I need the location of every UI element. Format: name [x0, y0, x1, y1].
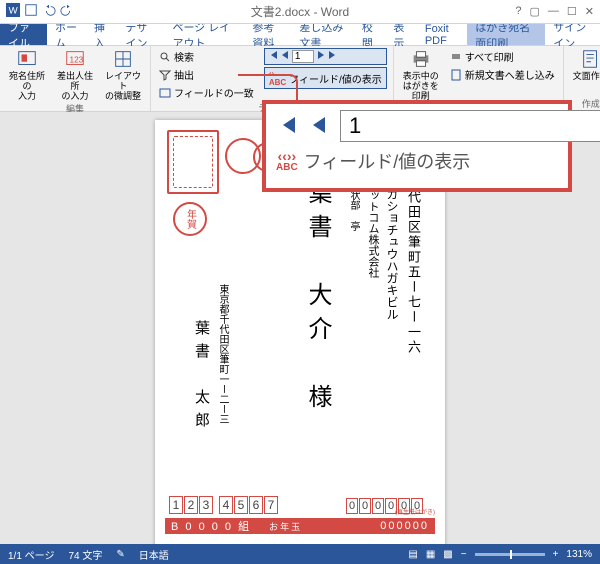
word-app-icon: W [6, 3, 20, 20]
svg-text:123: 123 [70, 56, 84, 65]
prev-record-icon[interactable] [280, 50, 290, 63]
undo-icon[interactable] [42, 3, 56, 20]
prev-record-icon[interactable] [308, 114, 330, 139]
lottery-bar: B 0 0 0 0 組 お年玉 000000 [165, 518, 435, 534]
view-read-mode-icon[interactable]: ▦ [426, 549, 435, 560]
callout-zoom: ‹‹››ABC フィールド/値の表示 [262, 100, 572, 192]
help-icon[interactable]: ? [515, 5, 521, 18]
tab-review[interactable]: 校閲 [354, 24, 385, 45]
zoom-slider[interactable] [475, 553, 545, 556]
svg-text:W: W [9, 6, 19, 17]
layout-adjust-button[interactable]: レイアウト の微調整 [102, 48, 144, 102]
view-web-layout-icon[interactable]: ▩ [443, 549, 452, 560]
lottery-number: 000000 [380, 520, 429, 532]
sender-name: 葉書 太郎 [191, 320, 212, 470]
recipient-address-line1: 都千代田区筆町五ー七ー一六 [404, 160, 423, 390]
sender-address: 東京都千代田区筆町一ー二ー三 [215, 284, 230, 464]
print-all-button[interactable]: すべて印刷 [448, 48, 557, 65]
last-record-icon[interactable] [328, 50, 338, 63]
zoom-level[interactable]: 131% [566, 549, 592, 560]
first-record-icon[interactable] [268, 50, 278, 63]
print-current-button[interactable]: 表示中の はがきを印刷 [400, 48, 442, 102]
tab-design[interactable]: デザイン [117, 24, 164, 45]
view-print-layout-icon[interactable]: ▤ [408, 549, 417, 560]
recipient-address-line4: 年賀状部 亭 [346, 170, 361, 370]
nenga-mark: 年賀 [173, 202, 207, 236]
group-edit: 宛名住所の 入力 123差出人住所 の入力 レイアウト の微調整 編集 [0, 46, 151, 111]
tab-foxit[interactable]: Foxit PDF [417, 24, 467, 45]
tab-page-layout[interactable]: ページ レイアウト [164, 24, 244, 45]
merge-new-doc-button[interactable]: 新規文書へ差し込み [448, 66, 557, 83]
word-count[interactable]: 74 文字 [68, 547, 102, 562]
ribbon-tabs: ファイル ホーム 挿入 デザイン ページ レイアウト 参考資料 差し込み文書 校… [0, 24, 600, 46]
stamp-box [167, 130, 219, 194]
zoom-out-icon[interactable]: − [461, 549, 467, 560]
status-bar: 1/1 ページ 74 文字 ✎ 日本語 ▤ ▦ ▩ − + 131% [0, 544, 600, 564]
title-bar: W 文書2.docx - Word ? ▢ — ☐ ✕ [0, 0, 600, 24]
next-record-icon[interactable] [316, 50, 326, 63]
signin-link[interactable]: サインイン [545, 24, 600, 45]
tab-references[interactable]: 参考資料 [244, 24, 291, 45]
maximize-icon[interactable]: ☐ [567, 5, 577, 18]
tab-insert[interactable]: 挿入 [86, 24, 117, 45]
ribbon-options-icon[interactable]: ▢ [530, 5, 540, 18]
lottery-group: B 0 0 0 0 組 [171, 518, 251, 534]
group-create-label: 作成 [570, 97, 600, 110]
recipient-address-line3: 筆ドットコム株式会社 [365, 168, 381, 378]
recipient-address-button[interactable]: 宛名住所の 入力 [6, 48, 48, 102]
zoom-in-icon[interactable]: + [553, 549, 559, 560]
tab-home[interactable]: ホーム [47, 24, 86, 45]
tab-mailings[interactable]: 差し込み文書 [291, 24, 353, 45]
window-controls: ? ▢ — ☐ ✕ [515, 5, 594, 18]
record-number-input[interactable] [340, 110, 600, 142]
find-button[interactable]: 検索 [157, 48, 256, 65]
create-message-button[interactable]: 文面作成 [570, 48, 600, 82]
sender-zip: 1 2 3 4 5 6 7 [169, 496, 278, 514]
tab-file[interactable]: ファイル [0, 24, 47, 45]
sender-address-button[interactable]: 123差出人住所 の入力 [54, 48, 96, 102]
language-indicator[interactable]: 日本語 [139, 547, 169, 562]
redo-icon[interactable] [60, 3, 74, 20]
lottery-label: お年玉 [269, 520, 302, 533]
field-value-toggle-label[interactable]: フィールド/値の表示 [304, 148, 471, 174]
proofing-icon[interactable]: ✎ [116, 549, 124, 560]
recipient-address-line2: ネンガショチュウハガキビル [384, 164, 401, 384]
quick-access-toolbar: W [6, 3, 74, 20]
close-icon[interactable]: ✕ [585, 5, 594, 18]
page-indicator[interactable]: 1/1 ページ [8, 547, 54, 562]
abc-icon: ‹‹››ABC [276, 150, 298, 172]
record-nav [264, 48, 387, 65]
window-title: 文書2.docx - Word [251, 3, 349, 20]
tab-hagaki-print[interactable]: はがき宛名面印刷 [467, 24, 545, 45]
save-icon[interactable] [24, 3, 38, 20]
recycled-note: (再生紙はがき) [395, 507, 435, 516]
tab-view[interactable]: 表示 [385, 24, 416, 45]
recipient-name: 葉書 大介 様 [300, 180, 335, 440]
minimize-icon[interactable]: — [548, 5, 559, 18]
first-record-icon[interactable] [276, 114, 298, 139]
record-number-input[interactable] [292, 50, 314, 63]
